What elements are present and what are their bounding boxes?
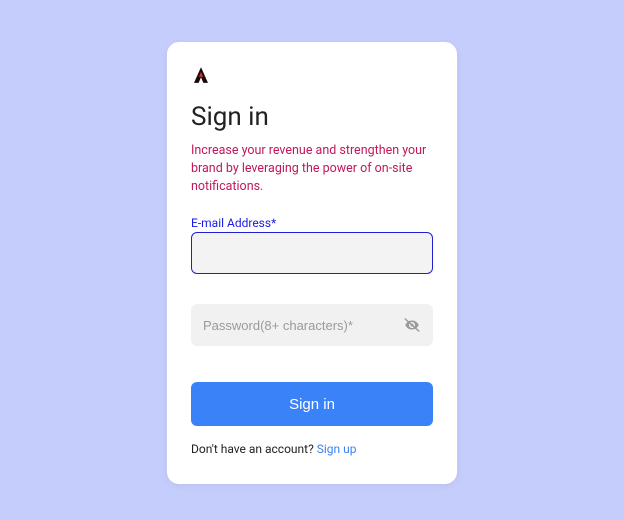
email-input[interactable] xyxy=(191,232,433,274)
page-subtitle: Increase your revenue and strengthen you… xyxy=(191,142,433,196)
signin-button[interactable]: Sign in xyxy=(191,382,433,426)
signup-row: Don't have an account? Sign up xyxy=(191,442,433,456)
brand-logo xyxy=(191,66,211,86)
signup-link[interactable]: Sign up xyxy=(317,442,357,456)
signin-card: Sign in Increase your revenue and streng… xyxy=(167,42,457,484)
eye-off-icon[interactable] xyxy=(403,316,421,334)
email-label: E-mail Address* xyxy=(191,216,433,230)
password-field-wrapper xyxy=(191,304,433,346)
signup-prompt: Don't have an account? xyxy=(191,442,317,456)
page-title: Sign in xyxy=(191,102,433,132)
password-input[interactable] xyxy=(191,304,433,346)
